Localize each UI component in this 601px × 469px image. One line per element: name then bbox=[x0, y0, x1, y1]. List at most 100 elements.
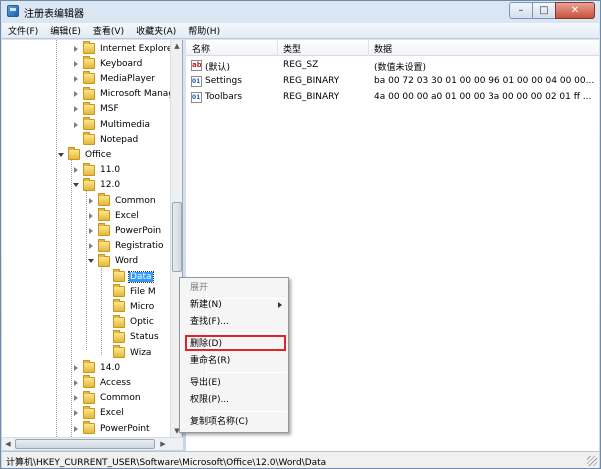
menu-favorites[interactable]: 收藏夹(A) bbox=[130, 24, 182, 37]
tree-node[interactable]: 11.0 bbox=[72, 162, 121, 178]
tree-node[interactable]: Excel bbox=[87, 208, 140, 223]
menu-item-find[interactable]: 查找(F)... bbox=[190, 314, 286, 330]
tree-node-label: Excel bbox=[100, 408, 124, 419]
tree-node[interactable]: Excel bbox=[72, 405, 125, 421]
column-data[interactable]: 数据 bbox=[374, 42, 392, 55]
scroll-up-arrow-icon[interactable]: ▲ bbox=[171, 40, 182, 52]
tree-node[interactable]: Wiza bbox=[102, 345, 152, 360]
folder-icon bbox=[83, 86, 95, 100]
expand-arrow-icon[interactable] bbox=[72, 394, 80, 402]
tree-node[interactable]: MediaPlayer bbox=[72, 71, 156, 86]
menu-edit[interactable]: 编辑(E) bbox=[44, 24, 87, 37]
tree-node[interactable]: Internet Explorer bbox=[72, 41, 177, 56]
menu-item-expand[interactable]: 展开 bbox=[190, 280, 286, 296]
list-row[interactable]: 011 Settings REG_BINARY ba 00 72 03 30 0… bbox=[186, 74, 599, 90]
title-bar[interactable]: 注册表编辑器 – □ ✕ bbox=[1, 1, 600, 23]
menu-help[interactable]: 帮助(H) bbox=[182, 24, 226, 37]
close-button[interactable]: ✕ bbox=[555, 2, 595, 19]
expand-arrow-icon[interactable] bbox=[72, 409, 80, 417]
folder-icon bbox=[98, 223, 110, 237]
column-type[interactable]: 类型 bbox=[283, 42, 301, 55]
expand-arrow-icon[interactable] bbox=[72, 60, 80, 68]
tree-node[interactable]: Status bbox=[102, 329, 160, 345]
tree-node[interactable]: Common bbox=[72, 390, 142, 406]
tree-node-label: PowerPoint bbox=[100, 423, 150, 434]
scroll-thumb[interactable] bbox=[172, 202, 182, 272]
expand-arrow-icon[interactable] bbox=[87, 197, 95, 205]
folder-icon bbox=[98, 208, 110, 222]
expand-arrow-icon[interactable] bbox=[87, 212, 95, 220]
tree-node[interactable]: Notepad bbox=[72, 132, 139, 147]
menu-item-permissions[interactable]: 权限(P)... bbox=[190, 392, 286, 408]
collapse-arrow-icon[interactable] bbox=[72, 181, 80, 189]
tree-node[interactable]: File M bbox=[102, 284, 157, 299]
value-type: REG_BINARY bbox=[283, 76, 340, 86]
tree-node[interactable]: Microsoft Manag bbox=[72, 86, 175, 102]
menu-file[interactable]: 文件(F) bbox=[2, 24, 44, 37]
tree-node[interactable]: Common bbox=[87, 193, 157, 208]
tree-node-label: 11.0 bbox=[100, 165, 121, 176]
expand-arrow-icon[interactable] bbox=[72, 166, 80, 174]
menu-item-rename[interactable]: 重命名(R) bbox=[190, 353, 286, 369]
menu-view[interactable]: 查看(V) bbox=[87, 24, 130, 37]
expand-arrow-icon[interactable] bbox=[87, 242, 95, 250]
expand-arrow-icon[interactable] bbox=[72, 90, 80, 98]
value-data: (数值未设置) bbox=[374, 63, 427, 73]
expand-arrow-icon[interactable] bbox=[72, 425, 80, 433]
list-row[interactable]: ab (默认) REG_SZ (数值未设置) bbox=[186, 58, 599, 74]
tree-node[interactable]: Keyboard bbox=[72, 56, 143, 71]
list-row[interactable]: 011 Toolbars REG_BINARY 4a 00 00 00 a0 0… bbox=[186, 90, 599, 106]
hscroll-thumb[interactable] bbox=[15, 439, 155, 449]
expand-arrow-icon[interactable] bbox=[87, 227, 95, 235]
registry-tree[interactable]: Internet Explorer Keyboard MediaPlayer Micr… bbox=[2, 40, 183, 437]
tree-node[interactable]: Office bbox=[57, 147, 112, 162]
column-name[interactable]: 名称 bbox=[192, 42, 210, 55]
tree-node[interactable]: Access bbox=[72, 375, 132, 390]
tree-node[interactable]: PowerPoin bbox=[87, 223, 162, 238]
menu-item-export[interactable]: 导出(E) bbox=[190, 375, 286, 391]
expand-arrow-icon[interactable] bbox=[72, 75, 80, 83]
maximize-button[interactable]: □ bbox=[532, 2, 556, 19]
tree-node[interactable]: Multimedia bbox=[72, 117, 151, 132]
menu-item-copy-key-name[interactable]: 复制项名称(C) bbox=[190, 414, 286, 430]
tree-node[interactable]: PowerPoint bbox=[72, 421, 151, 436]
tree-node-label: 14.0 bbox=[100, 362, 121, 373]
binary-value-icon: 011 bbox=[191, 76, 202, 87]
tree-node[interactable]: Micro bbox=[102, 299, 155, 314]
tree-horizontal-scrollbar[interactable]: ◀ ▶ bbox=[2, 437, 183, 450]
folder-icon bbox=[83, 360, 95, 374]
tree-node[interactable]: Registratio bbox=[87, 238, 165, 254]
collapse-arrow-icon[interactable] bbox=[57, 151, 65, 159]
folder-icon bbox=[83, 390, 95, 404]
expand-arrow-icon[interactable] bbox=[72, 105, 80, 113]
menu-separator bbox=[208, 372, 286, 373]
scroll-left-arrow-icon[interactable]: ◀ bbox=[2, 438, 14, 450]
expand-arrow-icon[interactable] bbox=[72, 364, 80, 372]
collapse-arrow-icon[interactable] bbox=[87, 257, 95, 265]
folder-icon bbox=[113, 269, 125, 282]
expand-arrow-icon[interactable] bbox=[72, 45, 80, 53]
tree-node[interactable]: Word bbox=[87, 253, 139, 269]
tree-node[interactable]: MSF bbox=[72, 101, 120, 117]
value-data: 4a 00 00 00 a0 01 00 00 3a 00 00 00 02 0… bbox=[374, 92, 592, 102]
minimize-button[interactable]: – bbox=[509, 2, 533, 19]
resize-grip-icon[interactable] bbox=[587, 456, 597, 466]
scroll-right-arrow-icon[interactable]: ▶ bbox=[157, 438, 169, 450]
tree-node[interactable]: 12.0 bbox=[72, 177, 121, 193]
tree-node[interactable]: Optic bbox=[102, 314, 155, 330]
tree-node-label: Common bbox=[100, 393, 141, 404]
folder-icon bbox=[113, 329, 125, 343]
expand-arrow-icon[interactable] bbox=[72, 379, 80, 387]
tree-node[interactable]: 14.0 bbox=[72, 360, 121, 375]
menu-item-new[interactable]: 新建(N) bbox=[190, 297, 286, 313]
folder-icon bbox=[113, 345, 125, 358]
tree-node[interactable]: Data bbox=[102, 269, 154, 284]
folder-icon bbox=[83, 132, 95, 146]
status-path: 计算机\HKEY_CURRENT_USER\Software\Microsoft… bbox=[6, 458, 327, 468]
expand-arrow-icon[interactable] bbox=[72, 121, 80, 129]
